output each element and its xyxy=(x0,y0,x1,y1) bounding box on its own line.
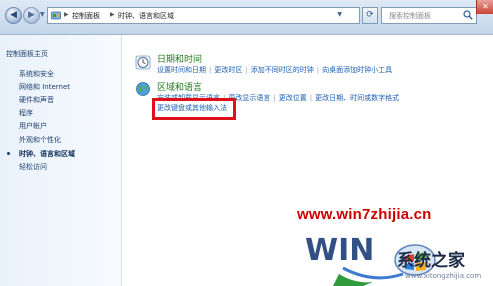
watermark-url: www.win7zhijia.cn xyxy=(297,206,432,223)
address-history-dropdown-icon[interactable]: ▼ xyxy=(337,11,342,18)
set-time-date-link[interactable]: 设置时间和日期 xyxy=(157,66,206,74)
breadcrumb-separator-icon: ▶ xyxy=(64,11,69,18)
breadcrumb-separator-icon: ▶ xyxy=(110,11,115,18)
date-time-task-links: 设置时间和日期 | 更改时区 | 添加不同时区的时钟 | 向桌面添加时钟小工具 xyxy=(157,66,393,74)
address-toolbar: ◀ ▶ ▼ ▶ 控制面板 ▶ 时钟、语言和区域 ▼ ⟳ 搜索控制面板 ✕ xyxy=(0,0,493,35)
current-item-bullet-icon xyxy=(7,152,10,155)
globe-icon xyxy=(136,82,150,96)
date-time-category-title[interactable]: 日期和时间 xyxy=(157,52,202,65)
control-panel-icon xyxy=(51,11,61,20)
search-input[interactable]: 搜索控制面板 xyxy=(381,7,477,24)
search-placeholder: 搜索控制面板 xyxy=(389,12,431,20)
sidebar-item-network-internet[interactable]: 网络和 Internet xyxy=(19,82,70,92)
breadcrumb-control-panel[interactable]: 控制面板 xyxy=(72,11,100,21)
sidebar-item-hardware-sound[interactable]: 硬件和声音 xyxy=(19,95,54,105)
highlight-box xyxy=(152,98,236,120)
recent-pages-dropdown-icon[interactable]: ▼ xyxy=(40,11,46,19)
change-date-time-format-link[interactable]: 更改日期、时间或数字格式 xyxy=(315,94,399,102)
forward-button[interactable]: ▶ xyxy=(23,7,40,24)
sidebar-item-system-security[interactable]: 系统和安全 xyxy=(19,69,54,79)
search-icon[interactable] xyxy=(463,10,473,20)
svg-text:WIN: WIN xyxy=(305,233,374,268)
clock-icon xyxy=(135,55,151,70)
watermark-brand: 系统之家 xyxy=(397,251,465,271)
change-location-link[interactable]: 更改位置 xyxy=(279,94,307,102)
close-window-button[interactable]: ✕ xyxy=(476,0,493,14)
add-clock-gadget-link[interactable]: 向桌面添加时钟小工具 xyxy=(322,66,392,74)
breadcrumb-clock-language-region[interactable]: 时钟、语言和区域 xyxy=(118,11,174,21)
region-language-category-title[interactable]: 区域和语言 xyxy=(157,80,202,93)
watermark-small-url: www.xitongzhijia.com xyxy=(405,272,482,280)
sidebar-item-programs[interactable]: 程序 xyxy=(19,108,33,118)
sidebar-item-appearance[interactable]: 外观和个性化 xyxy=(19,135,61,145)
back-button[interactable]: ◀ xyxy=(5,7,22,24)
address-bar[interactable]: ▶ 控制面板 ▶ 时钟、语言和区域 ▼ xyxy=(47,7,360,24)
sidebar-item-ease-of-access[interactable]: 轻松访问 xyxy=(19,162,47,172)
control-panel-home-link[interactable]: 控制面板主页 xyxy=(6,49,48,59)
change-time-zone-link[interactable]: 更改时区 xyxy=(214,66,242,74)
sidebar-item-clock-language-region[interactable]: 时钟、语言和区域 xyxy=(19,149,75,159)
sidebar-item-user-accounts[interactable]: 用户帐户 xyxy=(19,121,47,131)
refresh-button[interactable]: ⟳ xyxy=(362,7,378,24)
add-clocks-link[interactable]: 添加不同时区的时钟 xyxy=(251,66,314,74)
